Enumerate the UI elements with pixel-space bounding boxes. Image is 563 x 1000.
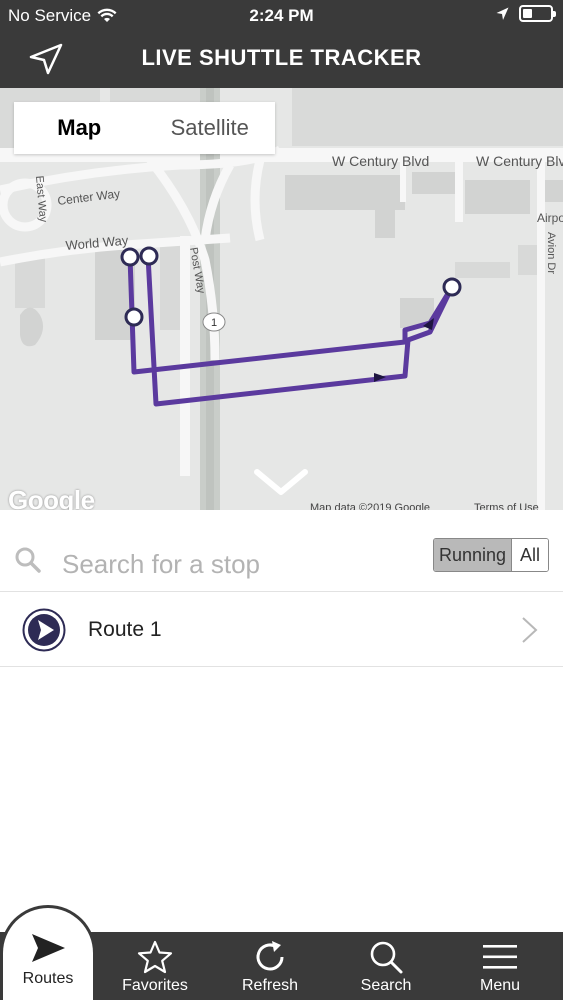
stop-marker[interactable]	[139, 246, 159, 266]
tab-routes[interactable]: Routes	[0, 905, 96, 1000]
map-type-satellite-button[interactable]: Satellite	[145, 102, 276, 154]
app-header: No Service 2:24 PM LIVE SHUTTLE TRACKER	[0, 0, 563, 88]
search-input[interactable]	[62, 544, 392, 584]
street-label: Airpo	[537, 211, 563, 225]
menu-icon	[483, 945, 517, 969]
play-circle-icon	[22, 608, 66, 652]
star-icon	[137, 940, 173, 974]
refresh-icon	[256, 941, 284, 971]
status-right	[496, 5, 556, 22]
tab-label: Menu	[479, 977, 521, 994]
tab-label: Favorites	[122, 977, 188, 994]
map-type-toggle: Map Satellite	[14, 102, 275, 154]
map-type-map-button[interactable]: Map	[14, 102, 145, 154]
stop-marker[interactable]	[120, 247, 140, 267]
tab-favorites[interactable]: Favorites	[112, 932, 198, 1000]
route-name: Route 1	[88, 618, 162, 641]
street-label: Avion Dr	[545, 232, 557, 274]
highway-shield: 1	[211, 317, 217, 329]
tab-refresh[interactable]: Refresh	[228, 932, 312, 1000]
title-bar: LIVE SHUTTLE TRACKER	[0, 30, 563, 88]
filter-all-button[interactable]: All	[511, 539, 548, 571]
page-title: LIVE SHUTTLE TRACKER	[141, 45, 422, 70]
tab-label: Routes	[22, 970, 74, 987]
street-label: W Century Blvd	[332, 153, 429, 169]
tab-search[interactable]: Search	[344, 932, 428, 1000]
chevron-down-icon[interactable]	[253, 466, 309, 498]
location-services-icon	[496, 7, 509, 20]
stop-marker[interactable]	[442, 277, 462, 297]
chevron-right-icon	[522, 617, 538, 643]
stop-marker[interactable]	[124, 307, 144, 327]
street-label: Center Way	[57, 186, 121, 208]
play-icon	[32, 934, 65, 962]
status-bar: No Service 2:24 PM	[0, 0, 563, 30]
search-icon	[15, 547, 41, 573]
tab-label: Search	[360, 977, 412, 994]
filter-running-button[interactable]: Running	[434, 539, 511, 571]
tab-label: Refresh	[241, 977, 299, 994]
battery-icon	[519, 5, 556, 22]
tab-menu[interactable]: Menu	[460, 932, 540, 1000]
running-all-filter: Running All	[433, 538, 549, 572]
search-icon	[370, 941, 403, 974]
list-item[interactable]: Route 1	[0, 593, 563, 667]
street-label: W Century Blvd	[476, 153, 563, 169]
status-time: 2:24 PM	[249, 6, 314, 25]
street-label: World Way	[65, 233, 129, 253]
